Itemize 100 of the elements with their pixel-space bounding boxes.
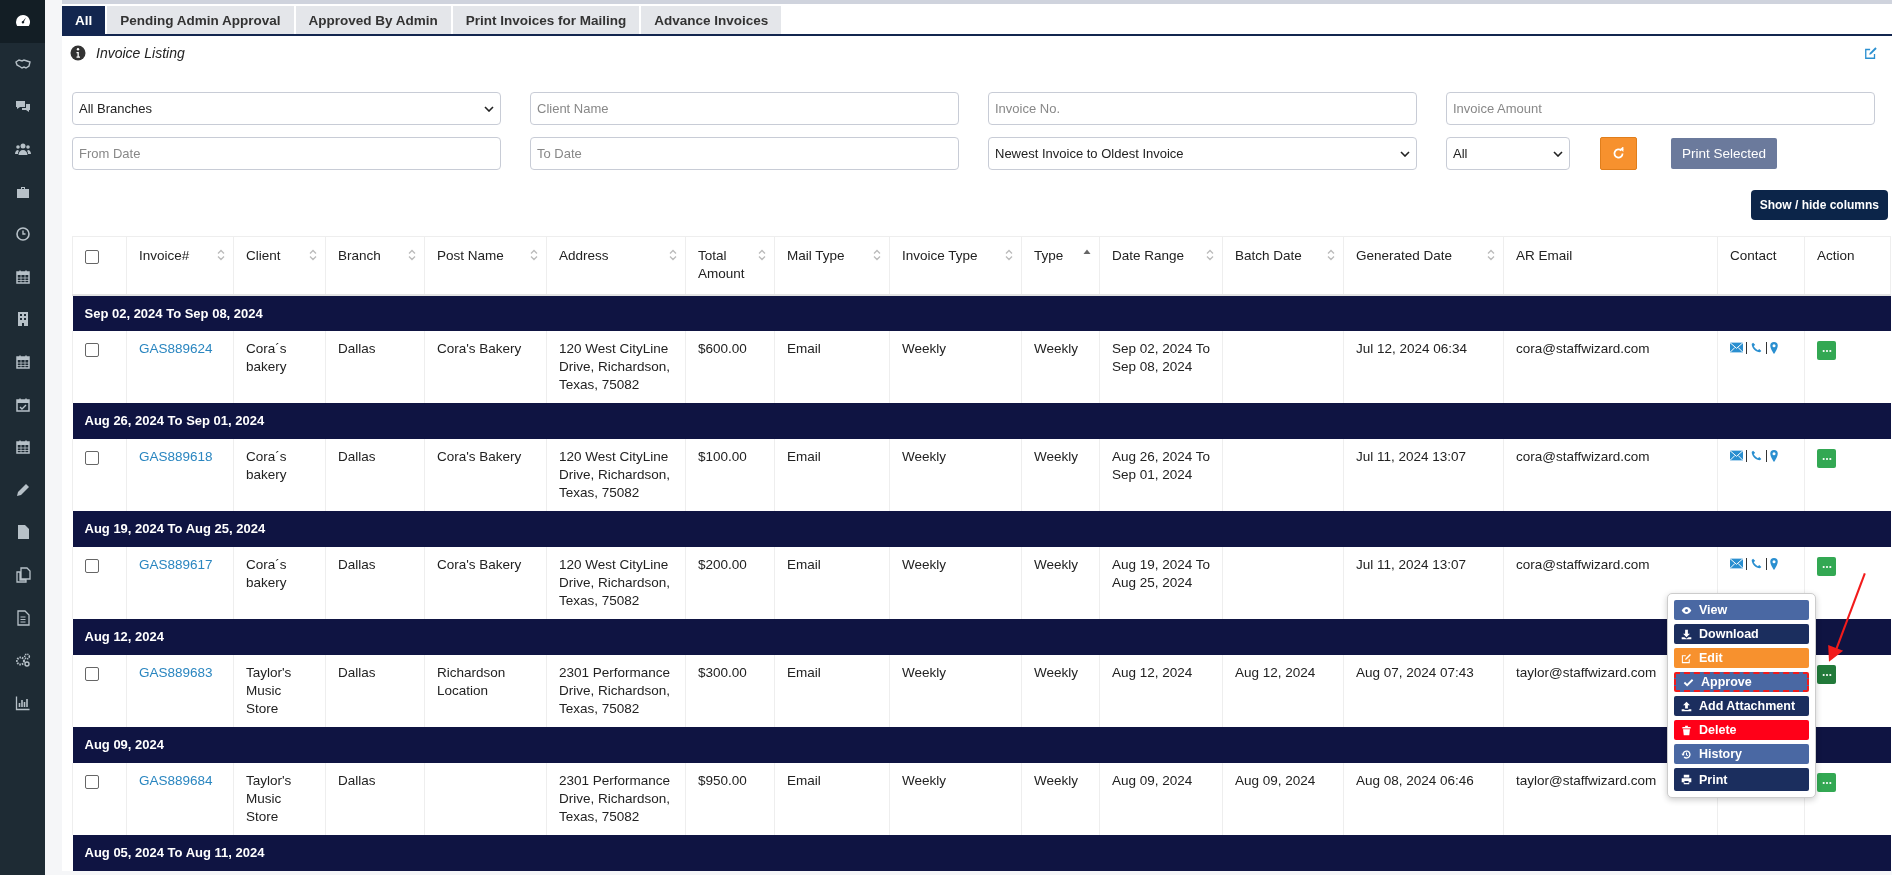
edit-icon[interactable] bbox=[1864, 46, 1878, 60]
table-cell: Weekly bbox=[1034, 448, 1078, 464]
table-cell: Taylor's Music Store bbox=[246, 772, 292, 824]
select-all-checkbox[interactable] bbox=[85, 250, 99, 264]
cogs-icon bbox=[14, 652, 31, 669]
row-checkbox[interactable] bbox=[85, 450, 99, 465]
tab[interactable]: Advance Invoices bbox=[641, 6, 782, 34]
table-cell: Dallas bbox=[338, 556, 376, 572]
from-date-field[interactable]: From Date bbox=[72, 137, 501, 170]
more-actions-button[interactable] bbox=[1817, 341, 1836, 360]
invoice-link[interactable]: GAS889617 bbox=[139, 556, 213, 572]
envelope-icon[interactable] bbox=[1730, 558, 1743, 569]
sort-icon[interactable] bbox=[408, 249, 416, 261]
table-cell: Aug 19, 2024 To Aug 25, 2024 bbox=[1112, 556, 1211, 590]
tab[interactable]: Pending Admin Approval bbox=[107, 6, 294, 34]
column-label: Invoice Type bbox=[902, 247, 978, 265]
group-header: Aug 26, 2024 To Sep 01, 2024 bbox=[72, 402, 1891, 439]
invoice-number-field[interactable]: Invoice No. bbox=[988, 92, 1417, 125]
table-cell: Cora's Bakery bbox=[437, 340, 522, 356]
column-label: Mail Type bbox=[787, 247, 845, 265]
row-checkbox[interactable] bbox=[85, 774, 99, 789]
column-label: Batch Date bbox=[1235, 247, 1302, 265]
sort-icon[interactable] bbox=[1487, 249, 1495, 261]
table-cell: Dallas bbox=[338, 340, 376, 356]
more-actions-button[interactable] bbox=[1817, 557, 1836, 576]
menu-item[interactable]: View bbox=[1674, 600, 1809, 620]
table-cell: $300.00 bbox=[698, 664, 747, 680]
table-cell: 120 West CityLine Drive, Richardson, Texas, 75082 bbox=[559, 448, 671, 500]
branch-select[interactable]: All Branches bbox=[72, 92, 501, 125]
map-pin-icon[interactable] bbox=[1770, 341, 1778, 354]
invoice-link[interactable]: GAS889618 bbox=[139, 448, 213, 464]
tab[interactable]: All bbox=[62, 6, 106, 34]
table-cell: Email bbox=[787, 448, 821, 464]
sort-icon[interactable] bbox=[1206, 249, 1214, 261]
tab[interactable]: Approved By Admin bbox=[295, 6, 451, 34]
group-header: Aug 19, 2024 To Aug 25, 2024 bbox=[72, 510, 1891, 547]
info-icon bbox=[70, 45, 86, 61]
more-actions-button[interactable] bbox=[1817, 449, 1836, 468]
column-header[interactable]: Mail Type bbox=[774, 236, 890, 295]
tab[interactable]: Print Invoices for Mailing bbox=[452, 6, 640, 34]
column-header[interactable]: Type bbox=[1021, 236, 1100, 295]
show-hide-columns-button[interactable]: Show / hide columns bbox=[1750, 190, 1888, 220]
sort-icon[interactable] bbox=[1005, 249, 1013, 261]
menu-item[interactable]: Print bbox=[1674, 768, 1809, 791]
sort-icon[interactable] bbox=[873, 249, 881, 261]
menu-item[interactable]: Add Attachment bbox=[1674, 696, 1809, 716]
invoice-link[interactable]: GAS889683 bbox=[139, 664, 213, 680]
table-cell: Weekly bbox=[902, 772, 946, 788]
row-checkbox[interactable] bbox=[85, 342, 99, 357]
phone-icon[interactable] bbox=[1750, 342, 1763, 353]
phone-icon[interactable] bbox=[1750, 558, 1763, 569]
menu-item[interactable]: Download bbox=[1674, 624, 1809, 644]
column-header[interactable]: Date Range bbox=[1099, 236, 1223, 295]
download-icon bbox=[1681, 628, 1692, 640]
to-date-field[interactable]: To Date bbox=[530, 137, 959, 170]
sort-icon[interactable] bbox=[669, 249, 677, 261]
invoice-amount-field[interactable]: Invoice Amount bbox=[1446, 92, 1875, 125]
table-cell: Weekly bbox=[1034, 664, 1078, 680]
more-actions-button[interactable] bbox=[1817, 665, 1836, 684]
envelope-icon[interactable] bbox=[1730, 450, 1743, 461]
menu-item[interactable]: Delete bbox=[1674, 720, 1809, 740]
sort-icon[interactable] bbox=[217, 249, 225, 261]
envelope-icon[interactable] bbox=[1730, 342, 1743, 353]
table-cell: Aug 12, 2024 bbox=[1112, 664, 1193, 680]
chat-icon bbox=[14, 98, 31, 115]
column-header[interactable]: Address bbox=[546, 236, 686, 295]
column-header[interactable]: Client bbox=[233, 236, 326, 295]
row-checkbox[interactable] bbox=[85, 558, 99, 573]
menu-item[interactable]: History bbox=[1674, 744, 1809, 764]
table-cell: Weekly bbox=[1034, 772, 1078, 788]
row-checkbox[interactable] bbox=[85, 666, 99, 681]
table-cell: Aug 08, 2024 06:46 bbox=[1356, 772, 1474, 788]
column-header[interactable]: Invoice Type bbox=[889, 236, 1022, 295]
table-cell: Cora´s bakery bbox=[246, 448, 287, 482]
column-header[interactable]: Post Name bbox=[424, 236, 547, 295]
column-header[interactable]: Batch Date bbox=[1222, 236, 1344, 295]
table-cell: taylor@staffwizard.com bbox=[1516, 772, 1657, 788]
sidebar-item[interactable] bbox=[0, 0, 45, 43]
column-header[interactable]: Generated Date bbox=[1343, 236, 1504, 295]
column-label: Action bbox=[1817, 247, 1855, 265]
print-selected-button[interactable]: Print Selected bbox=[1671, 138, 1778, 169]
sort-icon[interactable] bbox=[530, 249, 538, 261]
status-select[interactable]: All bbox=[1446, 137, 1570, 170]
table-cell: Cora´s bakery bbox=[246, 556, 287, 590]
menu-item[interactable]: Approve bbox=[1674, 672, 1809, 692]
client-name-field[interactable]: Client Name bbox=[530, 92, 959, 125]
more-actions-button[interactable] bbox=[1817, 773, 1836, 792]
sort-order-select[interactable]: Newest Invoice to Oldest Invoice bbox=[988, 137, 1417, 170]
map-pin-icon[interactable] bbox=[1770, 449, 1778, 462]
phone-icon[interactable] bbox=[1750, 450, 1763, 461]
invoice-link[interactable]: GAS889684 bbox=[139, 772, 213, 788]
map-pin-icon[interactable] bbox=[1770, 557, 1778, 570]
sort-icon[interactable] bbox=[309, 249, 317, 261]
column-header[interactable]: Branch bbox=[325, 236, 425, 295]
sort-icon[interactable] bbox=[1327, 249, 1335, 261]
column-header[interactable]: Invoice# bbox=[126, 236, 234, 295]
invoice-link[interactable]: GAS889624 bbox=[139, 340, 213, 356]
ellipsis-icon bbox=[1821, 672, 1832, 677]
refresh-button[interactable] bbox=[1600, 137, 1637, 170]
column-header[interactable]: Total Amount bbox=[685, 236, 775, 295]
